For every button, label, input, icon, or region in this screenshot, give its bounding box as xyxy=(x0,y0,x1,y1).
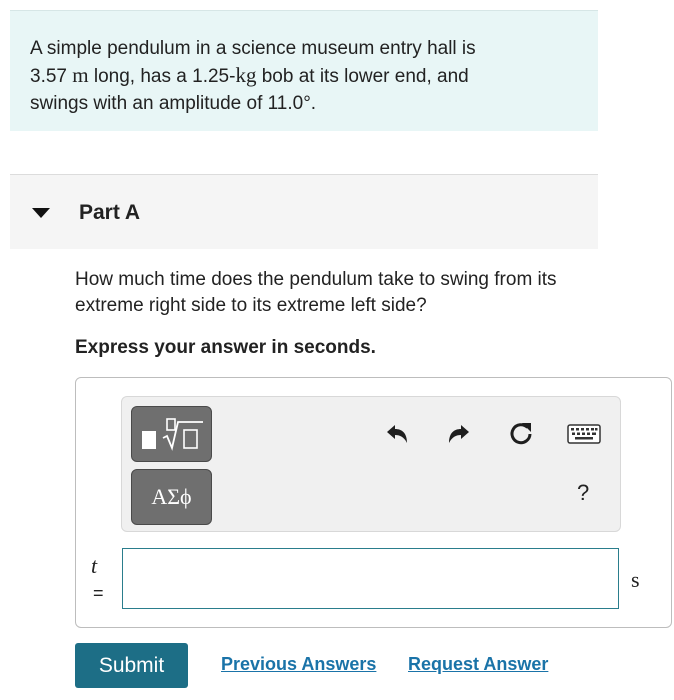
problem-line-2: 3.57 m long, has a 1.25-kg bob at its lo… xyxy=(30,62,578,90)
answer-variable: t xyxy=(91,553,98,578)
reset-icon[interactable] xyxy=(505,419,537,449)
undo-icon[interactable] xyxy=(381,419,413,449)
keyboard-icon[interactable] xyxy=(566,419,602,449)
answer-box: ΑΣϕ ? t = s xyxy=(75,377,672,628)
answer-instruction: Express your answer in seconds. xyxy=(75,337,376,358)
problem-statement: A simple pendulum in a science museum en… xyxy=(10,10,598,131)
problem-line-3: swings with an amplitude of 11.0°. xyxy=(30,93,317,114)
length-unit: m xyxy=(72,63,89,87)
math-toolbar: ΑΣϕ ? xyxy=(121,396,621,532)
help-button[interactable]: ? xyxy=(577,480,589,506)
part-title: Part A xyxy=(79,201,141,224)
answer-unit: s xyxy=(631,567,640,592)
redo-icon[interactable] xyxy=(443,419,475,449)
length-value: 3.57 xyxy=(30,66,67,87)
problem-text-mid: long, has a 1.25- xyxy=(88,66,236,87)
previous-answers-link[interactable]: Previous Answers xyxy=(221,654,376,675)
collapse-caret-icon[interactable] xyxy=(32,208,50,218)
templates-button[interactable] xyxy=(131,406,212,462)
submit-button[interactable]: Submit xyxy=(75,643,188,688)
problem-line-1: A simple pendulum in a science museum en… xyxy=(30,38,476,59)
request-answer-link[interactable]: Request Answer xyxy=(408,654,548,675)
problem-text-end: bob at its lower end, and xyxy=(256,66,469,87)
equals-sign: = xyxy=(93,583,104,603)
templates-icon xyxy=(141,418,203,451)
mass-unit: kg xyxy=(235,63,257,87)
greek-symbols-button[interactable]: ΑΣϕ xyxy=(131,469,212,525)
answer-input[interactable] xyxy=(122,548,619,609)
question-text: How much time does the pendulum take to … xyxy=(75,269,557,316)
part-a-header[interactable]: Part A xyxy=(10,174,598,249)
